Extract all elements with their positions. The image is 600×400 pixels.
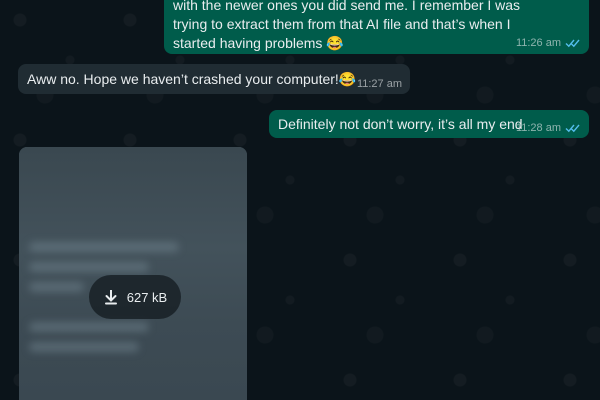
blurred-preview bbox=[19, 147, 247, 400]
message-meta: 11:28 am bbox=[516, 122, 581, 134]
blurred-text-line bbox=[29, 322, 149, 332]
download-arrow-icon bbox=[104, 290, 117, 305]
message-time: 11:28 am bbox=[515, 122, 561, 134]
double-check-icon bbox=[565, 124, 580, 133]
incoming-message[interactable]: Aww no. Hope we haven’t crashed your com… bbox=[18, 64, 410, 94]
message-meta: 11:27 am bbox=[357, 78, 402, 90]
message-time: 11:27 am bbox=[356, 78, 402, 90]
blurred-text-line bbox=[29, 242, 179, 252]
message-text: with the newer ones you did send me. I r… bbox=[173, 0, 521, 51]
message-time: 11:26 am bbox=[515, 37, 561, 49]
download-size: 627 kB bbox=[126, 289, 168, 305]
message-text: Aww no. Hope we haven’t crashed your com… bbox=[27, 71, 357, 87]
outgoing-message[interactable]: with the newer ones you did send me. I r… bbox=[164, 0, 589, 54]
media-message[interactable]: 627 kB bbox=[19, 147, 247, 400]
message-meta: 11:26 am bbox=[516, 37, 581, 49]
outgoing-message[interactable]: Definitely not don’t worry, it’s all my … bbox=[269, 110, 589, 138]
blurred-text-line bbox=[29, 262, 149, 272]
blurred-text-line bbox=[29, 282, 84, 292]
double-check-icon bbox=[565, 39, 580, 48]
blurred-text-line bbox=[29, 342, 139, 352]
download-button[interactable]: 627 kB bbox=[89, 275, 181, 319]
